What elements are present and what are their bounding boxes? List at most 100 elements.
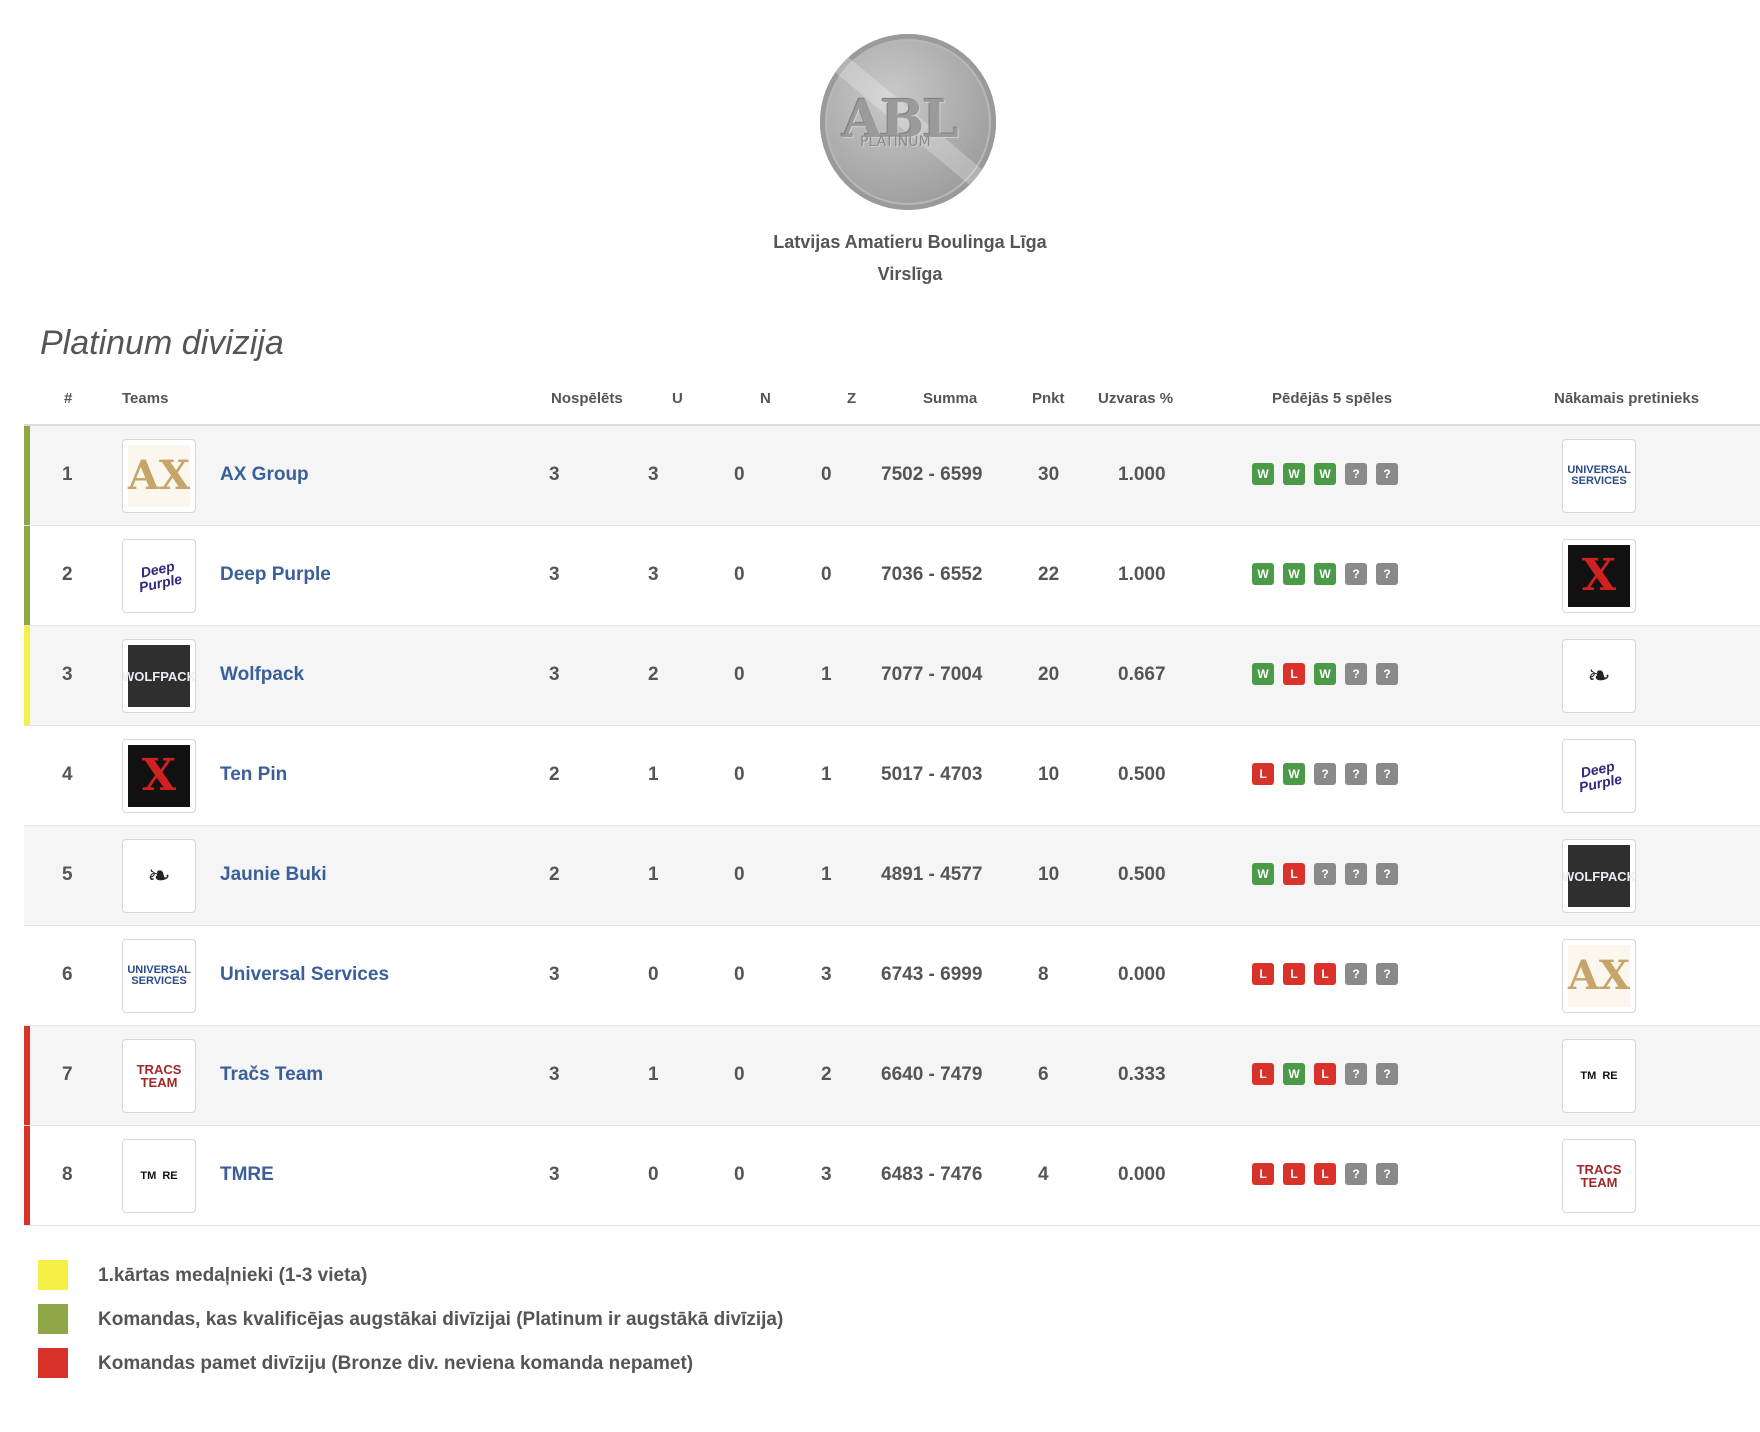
loss-badge[interactable]: L xyxy=(1283,863,1305,885)
deep-purple-logo[interactable]: Deep Purple xyxy=(1562,739,1636,813)
rank-cell: 8 xyxy=(62,1164,73,1185)
team-name-link[interactable]: Wolfpack xyxy=(220,664,304,686)
col-next-opponent: Nākamais pretinieks xyxy=(1554,390,1700,407)
unplayed-badge[interactable]: ? xyxy=(1345,763,1367,785)
wins-cell: 1 xyxy=(648,764,659,785)
jaunie-buki-logo-image: ❧ xyxy=(128,845,190,907)
win-badge[interactable]: W xyxy=(1252,563,1274,585)
deep-purple-logo-image: Deep Purple xyxy=(123,540,195,612)
col-teams[interactable]: Teams xyxy=(122,390,168,407)
unplayed-badge[interactable]: ? xyxy=(1376,463,1398,485)
unplayed-badge[interactable]: ? xyxy=(1376,1163,1398,1185)
col-points[interactable]: Pnkt xyxy=(1032,390,1065,407)
col-draws[interactable]: N xyxy=(760,390,771,407)
table-row: 3 WOLFPACK Wolfpack 3 2 0 1 7077 - 7004 20 0.667 W… xyxy=(24,626,1760,726)
unplayed-badge[interactable]: ? xyxy=(1345,863,1367,885)
col-wins[interactable]: U xyxy=(672,390,683,407)
wins-cell: 0 xyxy=(648,1164,659,1185)
tracs-team-logo[interactable]: TRACS TEAM xyxy=(1562,1139,1636,1213)
jaunie-buki-logo[interactable]: ❧ xyxy=(122,839,196,913)
col-win-pct[interactable]: Uzvaras % xyxy=(1098,390,1173,407)
win-badge[interactable]: W xyxy=(1252,863,1274,885)
losses-cell: 1 xyxy=(821,764,832,785)
tmre-logo-image: TM RE xyxy=(128,1145,190,1207)
wins-cell: 1 xyxy=(648,1064,659,1085)
loss-badge[interactable]: L xyxy=(1252,1063,1274,1085)
win-badge[interactable]: W xyxy=(1283,463,1305,485)
standings-table: # Teams Nospēlēts U N Z Summa Pnkt Uzvar… xyxy=(24,372,1760,1226)
table-body: 1 AX AX Group 3 3 0 0 7502 - 6599 30 1.000 W W W?? UN… xyxy=(24,426,1760,1226)
status-bar xyxy=(24,626,30,725)
team-name-link[interactable]: TMRE xyxy=(220,1164,274,1186)
unplayed-badge[interactable]: ? xyxy=(1314,763,1336,785)
unplayed-badge[interactable]: ? xyxy=(1345,663,1367,685)
unplayed-badge[interactable]: ? xyxy=(1345,463,1367,485)
win-badge[interactable]: W xyxy=(1314,463,1336,485)
played-cell: 2 xyxy=(549,764,560,785)
unplayed-badge[interactable]: ? xyxy=(1314,863,1336,885)
team-name-link[interactable]: Tračs Team xyxy=(220,1064,323,1086)
loss-badge[interactable]: L xyxy=(1283,663,1305,685)
deep-purple-logo[interactable]: Deep Purple xyxy=(122,539,196,613)
wolfpack-logo-image: WOLFPACK xyxy=(1563,845,1635,907)
tmre-logo[interactable]: TM RE xyxy=(1562,1039,1636,1113)
col-losses[interactable]: Z xyxy=(847,390,856,407)
win-badge[interactable]: W xyxy=(1252,463,1274,485)
draws-cell: 0 xyxy=(734,1064,745,1085)
unplayed-badge[interactable]: ? xyxy=(1376,1063,1398,1085)
universal-services-logo[interactable]: UNIVERSAL SERVICES xyxy=(122,939,196,1013)
unplayed-badge[interactable]: ? xyxy=(1376,763,1398,785)
ax-group-logo[interactable]: AX xyxy=(122,439,196,513)
sum-cell: 5017 - 4703 xyxy=(881,764,983,785)
tracs-team-logo-image: TRACS TEAM xyxy=(1568,1145,1630,1207)
win-badge[interactable]: W xyxy=(1314,563,1336,585)
draws-cell: 0 xyxy=(734,664,745,685)
team-name-link[interactable]: Deep Purple xyxy=(220,564,331,586)
played-cell: 3 xyxy=(549,964,560,985)
division-title: Platinum divizija xyxy=(40,324,284,362)
loss-badge[interactable]: L xyxy=(1283,963,1305,985)
unplayed-badge[interactable]: ? xyxy=(1376,663,1398,685)
tracs-team-logo[interactable]: TRACS TEAM xyxy=(122,1039,196,1113)
losses-cell: 0 xyxy=(821,464,832,485)
universal-services-logo[interactable]: UNIVERSAL SERVICES xyxy=(1562,439,1636,513)
wolfpack-logo[interactable]: WOLFPACK xyxy=(1562,839,1636,913)
tmre-logo[interactable]: TM RE xyxy=(122,1139,196,1213)
unplayed-badge[interactable]: ? xyxy=(1345,1063,1367,1085)
team-name-link[interactable]: Jaunie Buki xyxy=(220,864,327,886)
loss-badge[interactable]: L xyxy=(1314,963,1336,985)
loss-badge[interactable]: L xyxy=(1314,1163,1336,1185)
loss-badge[interactable]: L xyxy=(1252,763,1274,785)
legend-label: 1.kārtas medaļnieki (1-3 vieta) xyxy=(98,1265,368,1286)
unplayed-badge[interactable]: ? xyxy=(1345,1163,1367,1185)
unplayed-badge[interactable]: ? xyxy=(1376,863,1398,885)
unplayed-badge[interactable]: ? xyxy=(1376,963,1398,985)
loss-badge[interactable]: L xyxy=(1252,963,1274,985)
played-cell: 3 xyxy=(549,1064,560,1085)
jaunie-buki-logo[interactable]: ❧ xyxy=(1562,639,1636,713)
rank-cell: 5 xyxy=(62,864,73,885)
col-played[interactable]: Nospēlēts xyxy=(551,390,623,407)
loss-badge[interactable]: L xyxy=(1283,1163,1305,1185)
win-badge[interactable]: W xyxy=(1252,663,1274,685)
col-sum[interactable]: Summa xyxy=(923,390,977,407)
unplayed-badge[interactable]: ? xyxy=(1345,563,1367,585)
team-name-link[interactable]: Universal Services xyxy=(220,964,389,986)
ten-pin-logo[interactable]: X xyxy=(1562,539,1636,613)
win-badge[interactable]: W xyxy=(1283,763,1305,785)
unplayed-badge[interactable]: ? xyxy=(1376,563,1398,585)
wolfpack-logo[interactable]: WOLFPACK xyxy=(122,639,196,713)
win-badge[interactable]: W xyxy=(1283,1063,1305,1085)
sum-cell: 7502 - 6599 xyxy=(881,464,983,485)
last5-results: W L??? xyxy=(1252,863,1398,885)
win-badge[interactable]: W xyxy=(1314,663,1336,685)
ax-group-logo[interactable]: AX xyxy=(1562,939,1636,1013)
loss-badge[interactable]: L xyxy=(1314,1063,1336,1085)
ten-pin-logo[interactable]: X xyxy=(122,739,196,813)
team-name-link[interactable]: AX Group xyxy=(220,464,309,486)
team-name-link[interactable]: Ten Pin xyxy=(220,764,287,786)
logo-subtext: PLATINUM xyxy=(860,134,931,150)
unplayed-badge[interactable]: ? xyxy=(1345,963,1367,985)
win-badge[interactable]: W xyxy=(1283,563,1305,585)
loss-badge[interactable]: L xyxy=(1252,1163,1274,1185)
